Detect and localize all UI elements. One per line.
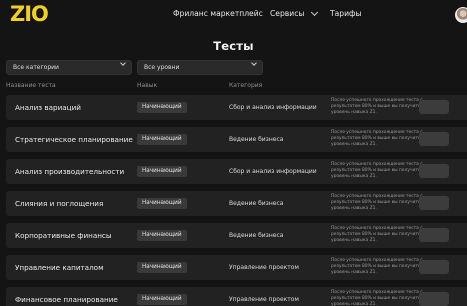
test-note: После успешного прохождения теста с резу… (331, 130, 423, 147)
test-name: Анализ производительности (15, 167, 125, 176)
level-badge: Начинающий (137, 102, 187, 113)
level-badge: Начинающий (137, 294, 187, 305)
table-row[interactable]: Корпоративные финансы Начинающий Ведение б… (6, 223, 467, 248)
table-row[interactable]: Анализ производительности Начинающий Сбор … (6, 159, 467, 184)
start-test-button[interactable] (419, 260, 449, 274)
category-filter-value: Все категории (13, 64, 59, 71)
test-name: Слияния и поглощения (15, 199, 104, 208)
test-category: Сбор и анализ информации (229, 104, 317, 111)
nav-pricing-link[interactable]: Тарифы (330, 9, 362, 18)
tests-page: ZIO Фриланс маркетплейс Сервисы Тарифы Т… (0, 0, 467, 306)
column-header-category: Категория (229, 82, 263, 89)
test-category: Сбор и анализ информации (229, 168, 317, 175)
svg-text:ZIO: ZIO (10, 2, 48, 24)
level-filter-select[interactable]: Все уровни (137, 60, 263, 75)
level-badge: Начинающий (137, 262, 187, 273)
table-row[interactable]: Слияния и поглощения Начинающий Ведение би… (6, 191, 467, 216)
avatar[interactable] (455, 7, 467, 23)
table-row[interactable]: Финансовое планирование Начинающий Управле… (6, 287, 467, 306)
category-filter-select[interactable]: Все категории (6, 60, 132, 75)
page-title: Тесты (213, 39, 254, 53)
level-filter-value: Все уровни (144, 64, 180, 71)
nav-services-menu[interactable]: Сервисы (270, 8, 319, 18)
test-note: После успешного прохождения теста с резу… (331, 258, 423, 275)
chevron-down-icon (120, 60, 126, 66)
level-badge: Начинающий (137, 134, 187, 145)
test-category: Управление проектом (229, 264, 299, 271)
test-note: После успешного прохождения теста с резу… (331, 226, 423, 243)
table-row[interactable]: Анализ вариаций Начинающий Сбор и анализ и… (6, 95, 467, 120)
test-name: Анализ вариаций (15, 103, 81, 112)
level-badge: Начинающий (137, 230, 187, 241)
test-category: Ведение бизнеса (229, 232, 284, 239)
start-test-button[interactable] (419, 292, 449, 306)
test-note: После успешного прохождения теста с резу… (331, 162, 423, 179)
chevron-down-icon (251, 60, 257, 66)
test-name: Управление капиталом (15, 263, 104, 272)
start-test-button[interactable] (419, 164, 449, 178)
column-header-skill: Навык (137, 82, 158, 89)
test-name: Корпоративные финансы (15, 231, 112, 240)
test-category: Ведение бизнеса (229, 136, 284, 143)
chevron-down-icon (311, 8, 319, 16)
level-badge: Начинающий (137, 198, 187, 209)
start-test-button[interactable] (419, 100, 449, 114)
zio-logo[interactable]: ZIO (10, 2, 54, 24)
level-badge: Начинающий (137, 166, 187, 177)
test-note: После успешного прохождения теста с резу… (331, 290, 423, 306)
column-header-name: Название теста (6, 82, 56, 89)
test-category: Ведение бизнеса (229, 200, 284, 207)
test-note: После успешного прохождения теста с резу… (331, 98, 423, 115)
test-name: Стратегическое планирование (15, 135, 133, 144)
test-name: Финансовое планирование (15, 295, 118, 304)
top-header: ZIO Фриланс маркетплейс Сервисы Тарифы (0, 0, 467, 28)
table-row[interactable]: Управление капиталом Начинающий Управление… (6, 255, 467, 280)
nav-freelance-link[interactable]: Фриланс маркетплейс (173, 9, 263, 18)
test-note: После успешного прохождения теста с резу… (331, 194, 423, 211)
start-test-button[interactable] (419, 196, 449, 210)
table-row[interactable]: Стратегическое планирование Начинающий Вед… (6, 127, 467, 152)
start-test-button[interactable] (419, 132, 449, 146)
test-category: Управление проектом (229, 296, 299, 303)
start-test-button[interactable] (419, 228, 449, 242)
nav-services-label: Сервисы (270, 9, 305, 18)
